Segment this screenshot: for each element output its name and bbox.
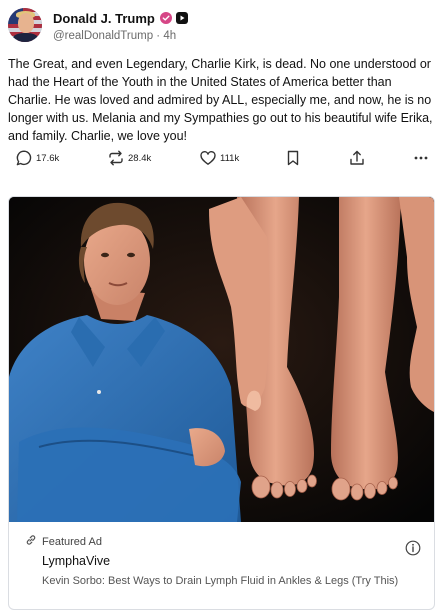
- featured-ad-label: Featured Ad: [42, 536, 102, 548]
- featured-ad-label-row: Featured Ad: [25, 535, 102, 549]
- author-subline: @realDonaldTrump · 4h: [53, 30, 176, 42]
- share-icon: [348, 149, 366, 167]
- author-handle[interactable]: @realDonaldTrump: [53, 30, 153, 42]
- bookmark-icon: [285, 149, 301, 167]
- affiliation-badge-icon: [175, 12, 188, 24]
- link-icon: [25, 533, 37, 551]
- ad-image[interactable]: [9, 197, 434, 522]
- post-time[interactable]: 4h: [163, 30, 176, 42]
- bookmark-button[interactable]: [285, 148, 301, 168]
- comment-icon: [15, 149, 33, 167]
- heart-icon: [199, 149, 217, 167]
- post-header: Donald J. Trump @realDonaldTrump · 4h: [8, 8, 428, 44]
- reply-button[interactable]: 17.6k: [15, 148, 59, 168]
- post-body: The Great, and even Legendary, Charlie K…: [8, 57, 433, 143]
- info-icon[interactable]: [405, 540, 421, 556]
- more-icon: [413, 149, 429, 167]
- author-name-row: Donald J. Trump: [53, 10, 188, 26]
- verified-badge-icon: [159, 12, 172, 24]
- repost-button[interactable]: 28.4k: [107, 148, 151, 168]
- repost-icon: [107, 149, 125, 167]
- ad-advertiser[interactable]: LymphaVive: [42, 554, 110, 568]
- featured-ad-card[interactable]: Featured Ad LymphaVive Kevin Sorbo: Best…: [8, 196, 435, 610]
- ad-description[interactable]: Kevin Sorbo: Best Ways to Drain Lymph Fl…: [42, 574, 402, 589]
- author-display-name[interactable]: Donald J. Trump: [53, 11, 155, 26]
- post-actions: 17.6k 28.4k 111k: [15, 148, 435, 168]
- more-button[interactable]: [413, 148, 429, 168]
- like-button[interactable]: 111k: [199, 148, 239, 168]
- repost-count: 28.4k: [128, 152, 152, 164]
- reply-count: 17.6k: [36, 152, 60, 164]
- ad-meta: Featured Ad LymphaVive Kevin Sorbo: Best…: [9, 522, 434, 609]
- share-button[interactable]: [348, 148, 366, 168]
- avatar[interactable]: [8, 8, 42, 42]
- like-count: 111k: [220, 152, 240, 164]
